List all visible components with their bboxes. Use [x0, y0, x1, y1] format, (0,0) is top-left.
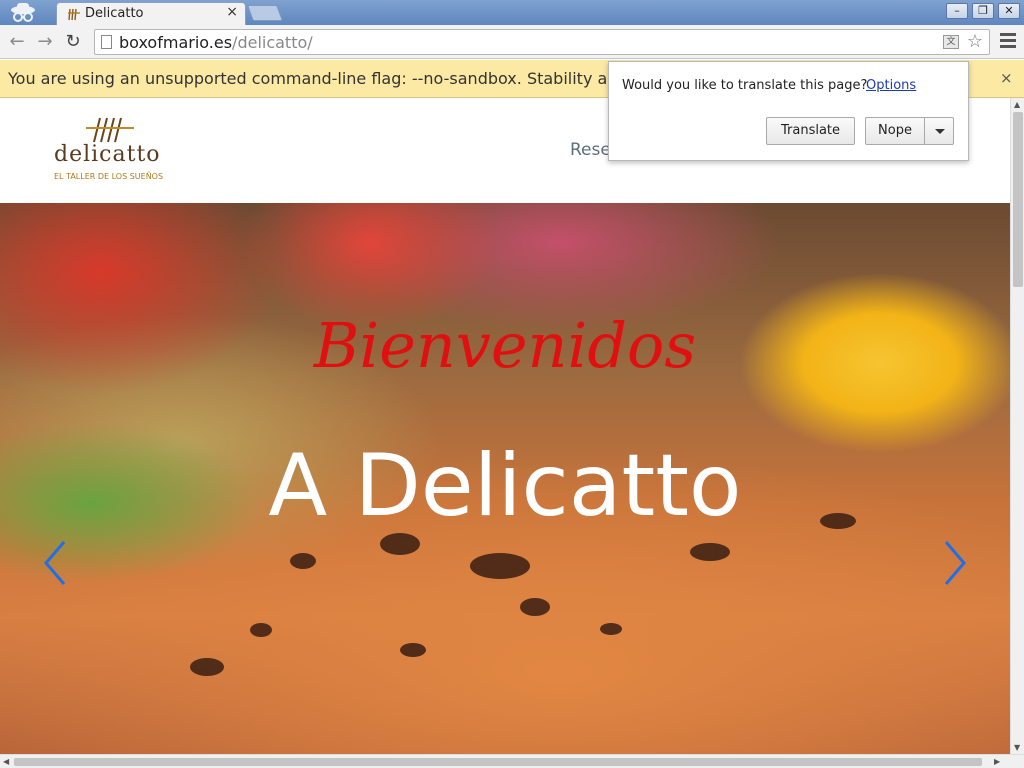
chevron-down-icon[interactable]: [924, 118, 953, 144]
star-icon[interactable]: ☆: [967, 31, 983, 52]
hero-texture: [290, 553, 316, 569]
vertical-scroll-thumb[interactable]: [1013, 112, 1023, 287]
hero-texture: [470, 553, 530, 579]
logo-tagline: EL TALLER DE LOS SUEÑOS: [54, 172, 164, 181]
page-viewport: delicatto EL TALLER DE LOS SUEÑOS Rese B…: [0, 98, 1010, 754]
scroll-right-icon[interactable]: ▶: [994, 757, 1000, 766]
hero-slider: Bienvenidos A Delicatto: [0, 203, 1010, 754]
incognito-icon: [11, 3, 35, 22]
forward-button[interactable]: →: [34, 31, 56, 53]
translate-icon[interactable]: 文: [943, 35, 959, 49]
translate-options-link[interactable]: Options: [866, 78, 916, 93]
scroll-down-icon[interactable]: ▼: [1014, 743, 1020, 752]
hero-texture: [190, 658, 224, 676]
menu-icon[interactable]: [1000, 33, 1016, 49]
new-tab-button[interactable]: [247, 5, 283, 21]
reload-button[interactable]: ↻: [62, 31, 84, 53]
hero-texture: [400, 643, 426, 657]
tab-title: Delicatto: [85, 6, 144, 21]
delicatto-favicon-icon: [68, 8, 80, 21]
nope-button-label: Nope: [878, 123, 912, 138]
hero-texture: [520, 598, 550, 616]
infobar-message: You are using an unsupported command-lin…: [8, 69, 628, 88]
infobar-close-icon[interactable]: ×: [1000, 69, 1013, 87]
horizontal-scrollbar[interactable]: ◀ ▶: [0, 754, 1024, 768]
hero-texture: [250, 623, 272, 637]
chevron-right-icon[interactable]: [940, 538, 970, 588]
browser-toolbar: ← → ↻ boxofmario.es/delicatto/ 文 ☆: [0, 25, 1024, 59]
hero-welcome: Bienvenidos: [313, 309, 697, 382]
maximize-button[interactable]: ❐: [972, 3, 994, 19]
vertical-scrollbar[interactable]: ▲ ▼: [1010, 98, 1024, 754]
horizontal-scroll-thumb[interactable]: [14, 758, 982, 766]
nav-link-reservas[interactable]: Rese: [570, 140, 611, 160]
chevron-left-icon[interactable]: [40, 538, 70, 588]
scroll-up-icon[interactable]: ▲: [1014, 100, 1020, 109]
scroll-left-icon[interactable]: ◀: [3, 757, 9, 766]
back-button[interactable]: ←: [6, 31, 28, 53]
translate-bubble: Would you like to translate this page? O…: [608, 61, 969, 161]
translate-prompt: Would you like to translate this page?: [622, 78, 868, 93]
logo-wordmark: delicatto: [54, 142, 161, 167]
url-text[interactable]: boxofmario.es/delicatto/: [119, 33, 313, 52]
page-icon: [101, 35, 112, 49]
address-bar[interactable]: boxofmario.es/delicatto/ 文 ☆: [94, 29, 990, 55]
minimize-button[interactable]: –: [946, 3, 968, 19]
nope-button[interactable]: Nope: [865, 117, 954, 145]
tab-close-icon[interactable]: ×: [226, 4, 238, 20]
hero-title: A Delicatto: [268, 436, 742, 536]
url-host: boxofmario.es: [119, 33, 233, 52]
translate-button[interactable]: Translate: [766, 117, 855, 145]
hero-texture: [380, 533, 420, 555]
hero-texture: [600, 623, 622, 635]
browser-titlebar: Delicatto × – ❐ ✕: [0, 0, 1024, 25]
url-path: /delicatto/: [232, 33, 313, 52]
site-logo[interactable]: delicatto EL TALLER DE LOS SUEÑOS: [52, 116, 172, 186]
tab-delicatto[interactable]: Delicatto ×: [56, 2, 246, 25]
close-window-button[interactable]: ✕: [998, 3, 1020, 19]
hero-texture: [690, 543, 730, 561]
